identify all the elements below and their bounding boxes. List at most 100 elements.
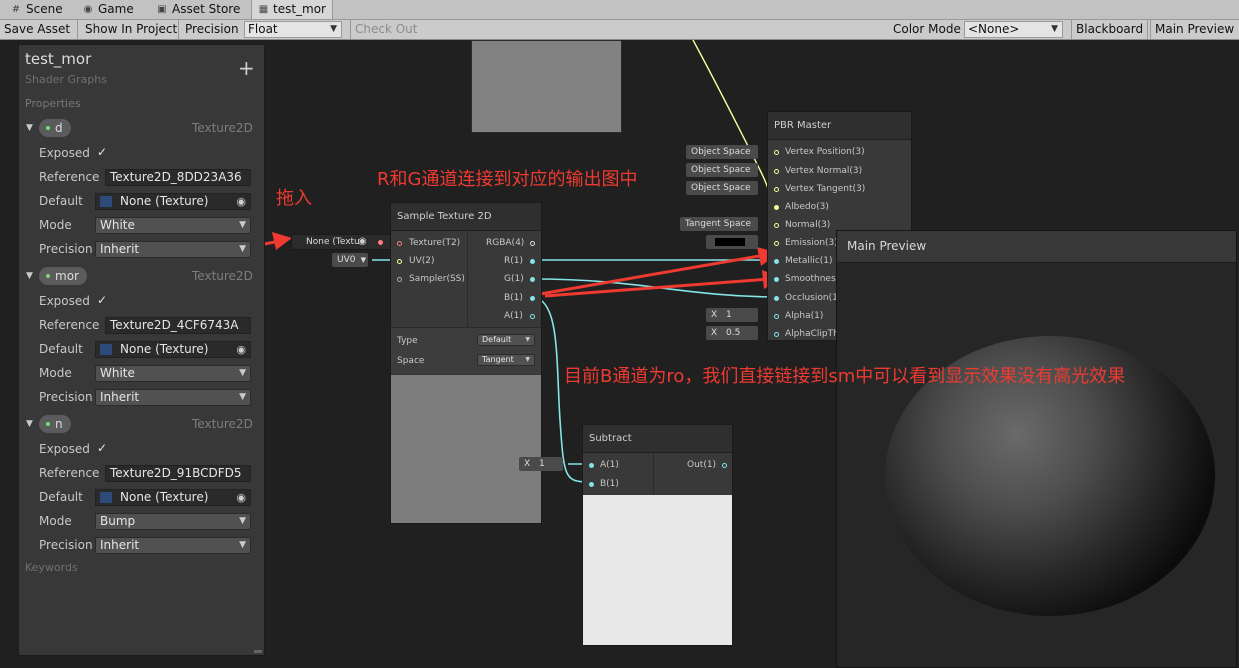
default-texture-field[interactable]: None (Texture) ◉ (95, 341, 251, 358)
object-picker-icon[interactable]: ◉ (236, 490, 246, 505)
chevron-down-icon[interactable]: ▼ (26, 123, 33, 133)
subtract-node[interactable]: Subtract A(1) B(1) Out(1) (582, 424, 733, 646)
node-preview (391, 375, 541, 523)
uv-input[interactable]: UV0 ▼ (332, 253, 368, 267)
node-title: PBR Master (768, 112, 911, 140)
reference-field[interactable]: Texture2D_8DD23A36 (105, 169, 251, 186)
input-port[interactable] (589, 482, 594, 487)
reference-field[interactable]: Texture2D_4CF6743A (105, 317, 251, 334)
blackboard-panel: test_mor Shader Graphs + Properties ▼ d … (18, 44, 265, 656)
divider (653, 453, 654, 495)
chevron-down-icon: ▼ (360, 256, 366, 264)
object-picker-icon[interactable]: ◉ (236, 342, 246, 357)
exposed-checkbox[interactable]: ✓ (97, 441, 107, 455)
chevron-down-icon: ▼ (239, 516, 246, 526)
object-picker-icon[interactable]: ◉ (236, 194, 246, 209)
default-texture-field[interactable]: None (Texture) ◉ (95, 193, 251, 210)
default-label: Default (39, 342, 83, 356)
exposed-checkbox[interactable]: ✓ (97, 145, 107, 159)
sample-texture-2d-node[interactable]: Sample Texture 2D Texture(T2) UV(2) Samp… (390, 202, 542, 524)
mode-label: Mode (39, 366, 72, 380)
precision-dropdown[interactable]: Inherit ▼ (95, 537, 251, 554)
main-preview-panel[interactable]: Main Preview (836, 230, 1237, 668)
input-port[interactable] (774, 223, 779, 228)
property-dot (46, 126, 50, 130)
alpha-input[interactable]: X 1 (706, 308, 758, 322)
precision-dropdown[interactable]: Inherit ▼ (95, 241, 251, 258)
property-type: Texture2D (192, 417, 253, 431)
output-port[interactable] (530, 277, 535, 282)
input-port[interactable] (774, 241, 779, 246)
exposed-label: Exposed (39, 294, 90, 308)
input-port[interactable] (397, 259, 402, 264)
input-port[interactable] (774, 296, 779, 301)
default-label: Default (39, 194, 83, 208)
chevron-down-icon[interactable]: ▼ (26, 419, 33, 429)
precision-label: Precision (39, 390, 93, 404)
property-pill-mor[interactable]: mor (39, 267, 87, 285)
normal-space-input[interactable]: Tangent Space (680, 217, 758, 231)
reference-field[interactable]: Texture2D_91BCDFD5 (105, 465, 251, 482)
partial-node-preview[interactable] (471, 40, 622, 133)
subtract-a-input[interactable]: X 1 (519, 457, 563, 471)
output-port[interactable] (530, 314, 535, 319)
chevron-down-icon: ▼ (239, 540, 246, 550)
input-port[interactable] (774, 169, 779, 174)
output-port[interactable] (378, 240, 383, 245)
vertex-position-space-input[interactable]: Object Space (686, 145, 758, 159)
output-port[interactable] (530, 296, 535, 301)
alpha-clip-threshold-input[interactable]: X 0.5 (706, 326, 758, 340)
output-port[interactable] (530, 241, 535, 246)
chevron-down-icon: ▼ (525, 336, 530, 343)
chevron-down-icon: ▼ (239, 368, 246, 378)
mode-dropdown[interactable]: White ▼ (95, 217, 251, 234)
input-port[interactable] (774, 150, 779, 155)
mode-dropdown[interactable]: Bump ▼ (95, 513, 251, 530)
main-preview-title: Main Preview (837, 231, 1236, 263)
property-pill-d[interactable]: d (39, 119, 71, 137)
texture-icon (100, 492, 112, 503)
properties-header: Properties (25, 97, 81, 110)
resize-handle[interactable] (254, 650, 262, 653)
exposed-checkbox[interactable]: ✓ (97, 293, 107, 307)
space-dropdown[interactable]: Tangent ▼ (477, 354, 535, 366)
color-swatch (715, 238, 745, 246)
node-title: Subtract (583, 425, 732, 453)
input-port[interactable] (397, 241, 402, 246)
reference-label: Reference (39, 170, 100, 184)
input-port[interactable] (774, 205, 779, 210)
keywords-header: Keywords (25, 561, 78, 574)
property-type: Texture2D (192, 121, 253, 135)
divider (467, 231, 468, 327)
input-port[interactable] (774, 314, 779, 319)
mode-dropdown[interactable]: White ▼ (95, 365, 251, 382)
input-port[interactable] (774, 332, 779, 337)
mode-label: Mode (39, 218, 72, 232)
chevron-down-icon[interactable]: ▼ (26, 271, 33, 281)
input-port[interactable] (589, 463, 594, 468)
precision-dropdown[interactable]: Inherit ▼ (95, 389, 251, 406)
emission-color-input[interactable] (706, 235, 758, 249)
texture-icon (100, 344, 112, 355)
vertex-tangent-space-input[interactable]: Object Space (686, 181, 758, 195)
annotation-b-note: 目前B通道为ro，我们直接链接到sm中可以看到显示效果没有高光效果 (564, 366, 1126, 387)
annotation-drag-in: 拖入 (276, 188, 312, 209)
input-port[interactable] (774, 277, 779, 282)
input-port[interactable] (397, 277, 402, 282)
reference-label: Reference (39, 318, 100, 332)
texture-icon (100, 196, 112, 207)
output-port[interactable] (722, 463, 727, 468)
exposed-label: Exposed (39, 442, 90, 456)
vertex-normal-space-input[interactable]: Object Space (686, 163, 758, 177)
input-port[interactable] (774, 259, 779, 264)
default-texture-field[interactable]: None (Texture) ◉ (95, 489, 251, 506)
object-picker-icon[interactable]: ◉ (358, 236, 367, 247)
output-port[interactable] (530, 259, 535, 264)
property-node-mor[interactable]: None (Textu ◉ (291, 234, 391, 250)
type-dropdown[interactable]: Default ▼ (477, 334, 535, 346)
input-port[interactable] (774, 187, 779, 192)
annotation-rg-note: R和G通道连接到对应的输出图中 (377, 169, 638, 190)
precision-label: Precision (39, 242, 93, 256)
property-pill-n[interactable]: n (39, 415, 71, 433)
add-property-button[interactable]: + (238, 56, 255, 80)
